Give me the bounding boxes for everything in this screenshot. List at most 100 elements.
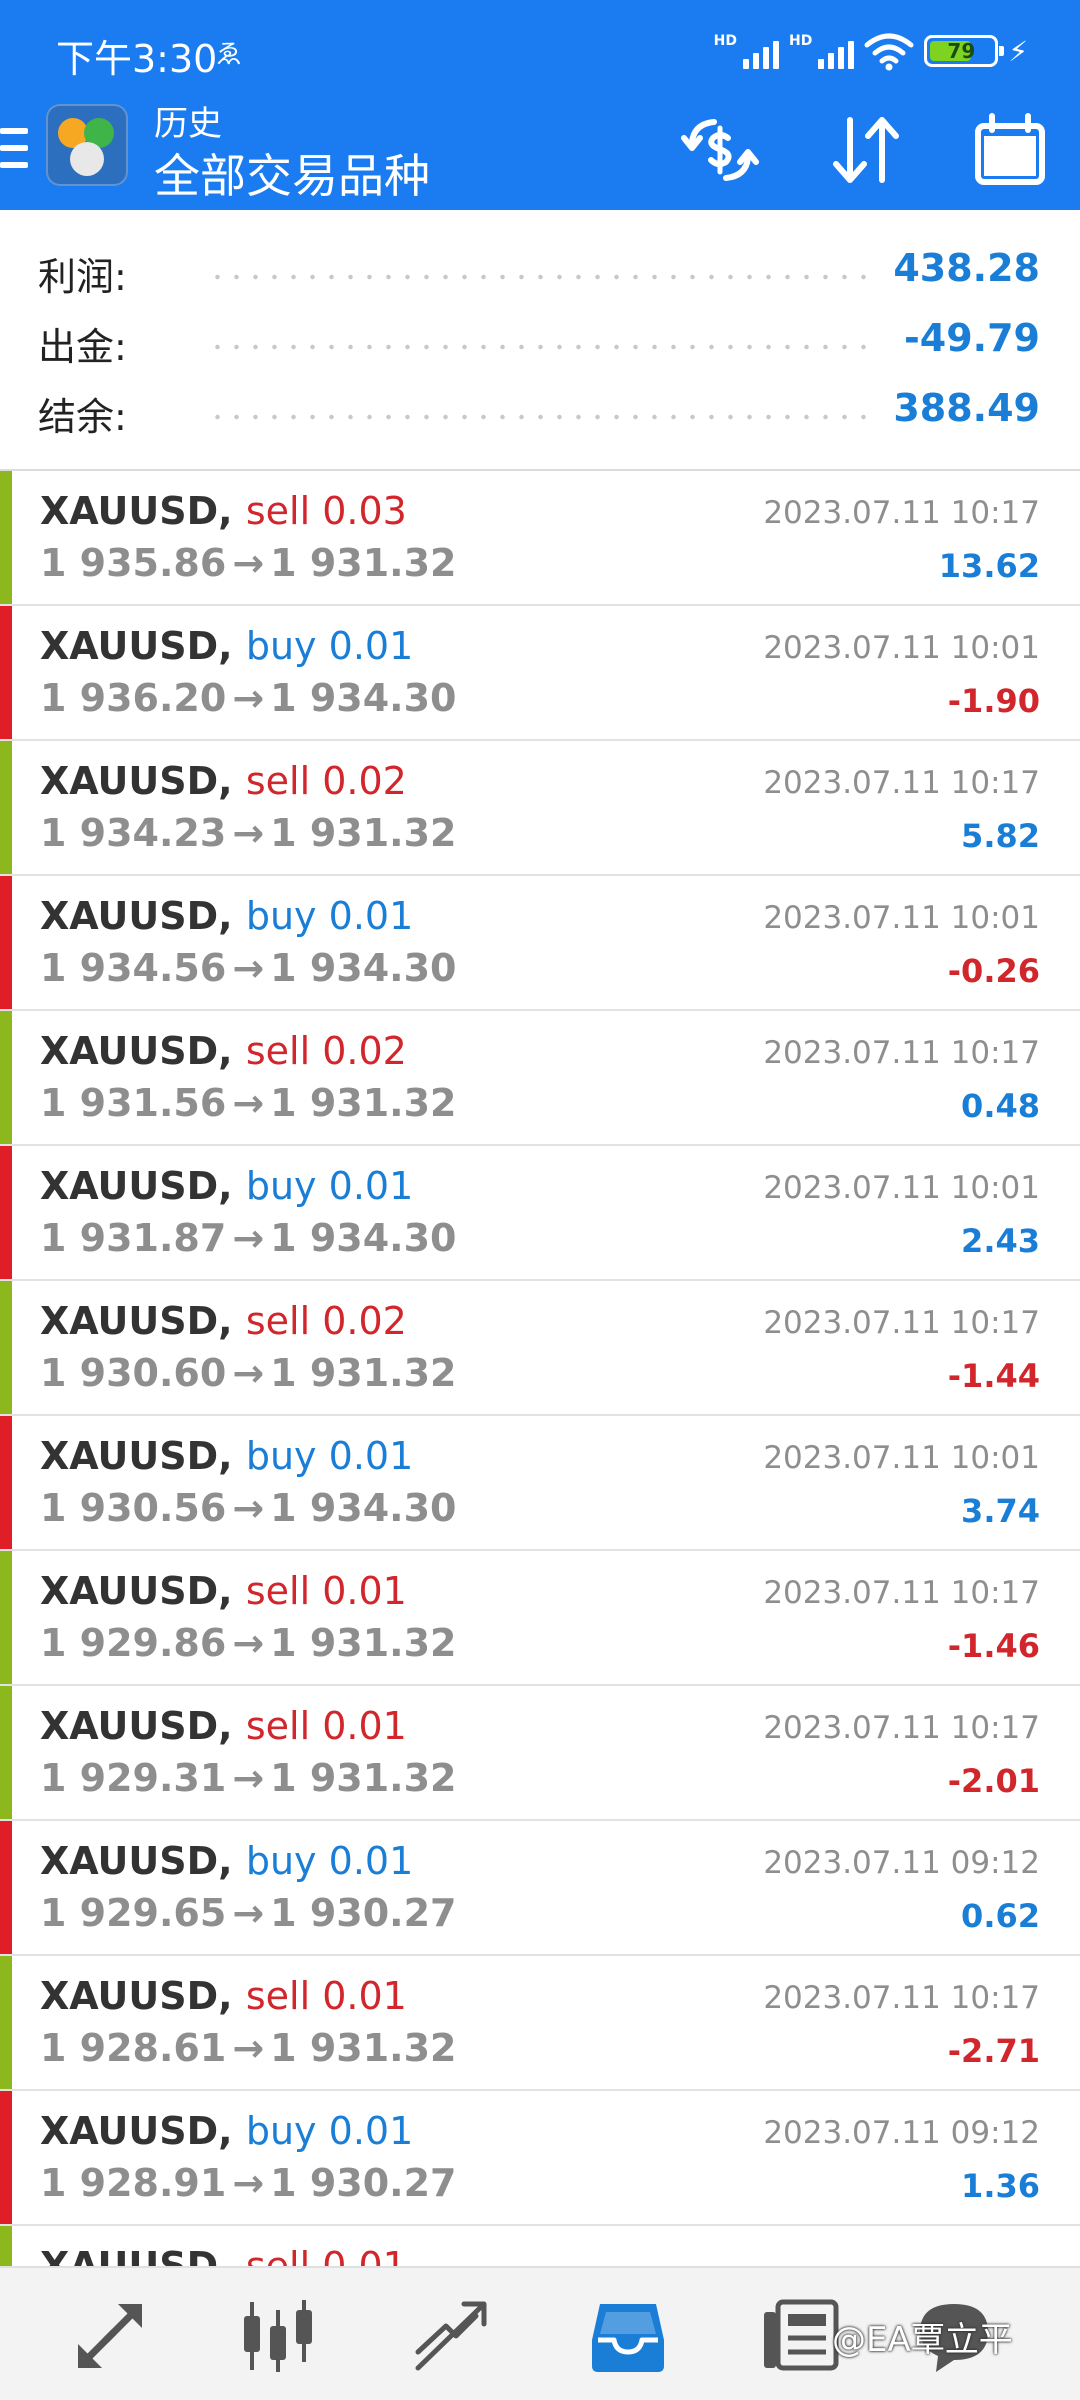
arrow-right-icon: → [232,1216,265,1260]
trade-profit: 0.48 [961,1087,1040,1125]
trade-symbol: XAUUSD [40,1704,219,1748]
trade-title: XAUUSD, buy 0.01 [40,1434,414,1478]
calendar-icon[interactable] [970,112,1050,188]
arrow-right-icon: → [232,541,265,585]
trade-symbol: XAUUSD [40,624,219,668]
trade-profit: -0.26 [947,952,1040,990]
history-icon[interactable] [588,2296,668,2376]
trade-side: sell [245,759,311,803]
trade-time: 2023.07.11 10:17 [763,1980,1040,2016]
close-price: 1 934.30 [270,1486,457,1530]
trade-row[interactable]: XAUUSD, sell 0.01 [0,2226,1080,2266]
buy-indicator [0,2091,12,2224]
open-price: 1 936.20 [40,676,227,720]
close-price: 1 931.32 [270,1756,457,1800]
app-bar: 历史 全部交易品种 [0,96,1080,210]
trade-time: 2023.07.11 09:12 [763,2115,1040,2151]
arrow-right-icon: → [232,946,265,990]
trade-side: buy [245,894,317,938]
buy-indicator [0,606,12,739]
trade-time: 2023.07.11 10:17 [763,495,1040,531]
trade-time: 2023.07.11 10:01 [763,1440,1040,1476]
trade-title: XAUUSD, sell 0.03 [40,489,407,533]
trade-side: sell [245,1299,311,1343]
trade-profit: -2.01 [947,1762,1040,1800]
trade-profit: -1.44 [947,1357,1040,1395]
trade-row[interactable]: XAUUSD, sell 0.02 1 930.60 → 1 931.32 2023.0… [0,1281,1080,1416]
trade-row[interactable]: XAUUSD, buy 0.01 1 928.91 → 1 930.27 2023.07… [0,2091,1080,2226]
arrow-right-icon: → [232,2161,265,2205]
account-summary: 利润: 438.28 出金: -49.79 结余: 388.49 [0,240,1080,450]
trade-prices: 1 929.31 → 1 931.32 [40,1756,456,1800]
trade-prices: 1 934.23 → 1 931.32 [40,811,456,855]
trade-row[interactable]: XAUUSD, buy 0.01 1 934.56 → 1 934.30 2023.07… [0,876,1080,1011]
arrow-right-icon: → [232,1081,265,1125]
trade-time: 2023.07.11 10:17 [763,1710,1040,1746]
trade-profit: 13.62 [938,547,1040,585]
open-price: 1 928.91 [40,2161,227,2205]
page-title[interactable]: 全部交易品种 [154,140,430,206]
trade-time: 2023.07.11 10:01 [763,1170,1040,1206]
open-price: 1 930.60 [40,1351,227,1395]
trade-row[interactable]: XAUUSD, sell 0.01 1 929.86 → 1 931.32 2023.0… [0,1551,1080,1686]
trade-history-list[interactable]: XAUUSD, sell 0.03 1 935.86 → 1 931.32 2023.0… [0,471,1080,2266]
trade-side: sell [245,1029,311,1073]
trade-prices: 1 935.86 → 1 931.32 [40,541,456,585]
trade-row[interactable]: XAUUSD, sell 0.01 1 929.31 → 1 931.32 2023.0… [0,1686,1080,1821]
trade-title: XAUUSD, sell 0.01 [40,2244,407,2266]
sort-icon[interactable] [826,112,906,188]
trade-time: 2023.07.11 10:17 [763,1305,1040,1341]
summary-profit-row: 利润: 438.28 [0,240,1080,310]
arrow-right-icon: → [232,676,265,720]
profit-value: 438.28 [893,246,1040,290]
quotes-icon[interactable] [70,2296,150,2376]
open-price: 1 929.65 [40,1891,227,1935]
close-price: 1 931.32 [270,541,457,585]
battery-level: 79 [947,39,976,63]
trade-volume: 0.01 [328,1839,414,1883]
trade-row[interactable]: XAUUSD, sell 0.02 1 931.56 → 1 931.32 2023.0… [0,1011,1080,1146]
trade-side: buy [245,1164,317,1208]
trade-row[interactable]: XAUUSD, buy 0.01 1 929.65 → 1 930.27 2023.07… [0,1821,1080,1956]
trade-prices: 1 934.56 → 1 934.30 [40,946,456,990]
trade-prices: 1 931.87 → 1 934.30 [40,1216,456,1260]
currency-exchange-icon[interactable] [680,112,760,188]
open-price: 1 929.86 [40,1621,227,1665]
trade-row[interactable]: XAUUSD, buy 0.01 1 931.87 → 1 934.30 2023.07… [0,1146,1080,1281]
trade-row[interactable]: XAUUSD, sell 0.01 1 928.61 → 1 931.32 2023.0… [0,1956,1080,2091]
trade-row[interactable]: XAUUSD, sell 0.02 1 934.23 → 1 931.32 2023.0… [0,741,1080,876]
dotted-leader [208,344,880,350]
trade-icon[interactable] [412,2296,492,2376]
trade-profit: -1.46 [947,1627,1040,1665]
trade-time: 2023.07.11 10:01 [763,900,1040,936]
signal-icon: HD [788,33,855,69]
chart-icon[interactable] [238,2296,318,2376]
dotted-leader [208,274,880,280]
signal-hd-label: HD [788,33,813,49]
sell-indicator [0,1551,12,1684]
charging-icon: ⚡ [1008,34,1028,68]
trade-prices: 1 931.56 → 1 931.32 [40,1081,456,1125]
bottom-navigation: @EA覃立平 [0,2266,1080,2400]
trade-volume: 0.01 [328,1164,414,1208]
open-price: 1 934.23 [40,811,227,855]
trade-time: 2023.07.11 09:12 [763,1845,1040,1881]
trade-row[interactable]: XAUUSD, buy 0.01 1 930.56 → 1 934.30 2023.07… [0,1416,1080,1551]
open-price: 1 931.87 [40,1216,227,1260]
trade-title: XAUUSD, sell 0.02 [40,1299,407,1343]
close-price: 1 931.32 [270,811,457,855]
menu-icon[interactable] [0,128,28,168]
trade-row[interactable]: XAUUSD, buy 0.01 1 936.20 → 1 934.30 2023.07… [0,606,1080,741]
trade-volume: 0.03 [322,489,407,533]
wifi-icon [864,33,914,71]
news-icon[interactable] [760,2296,840,2376]
status-indicators: HD HD 79 ⚡ [714,28,1028,74]
trade-profit: 2.43 [961,1222,1040,1260]
withdrawal-value: -49.79 [904,316,1040,360]
trade-prices: 1 929.65 → 1 930.27 [40,1891,456,1935]
trade-symbol: XAUUSD [40,1569,219,1613]
arrow-right-icon: → [232,811,265,855]
trade-volume: 0.01 [322,1569,407,1613]
trade-row[interactable]: XAUUSD, sell 0.03 1 935.86 → 1 931.32 2023.0… [0,471,1080,606]
trade-side: sell [245,489,311,533]
